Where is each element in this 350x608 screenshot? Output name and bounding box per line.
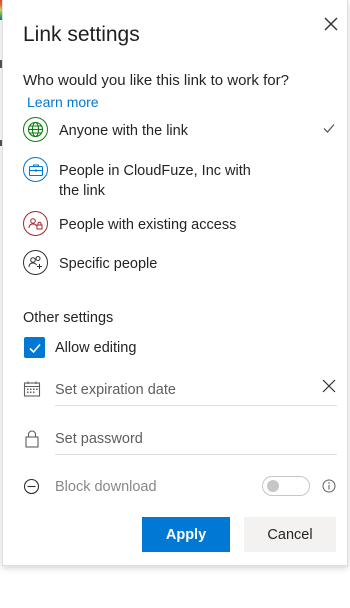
- option-label: People with existing access: [59, 217, 237, 233]
- option-label: Specific people: [59, 256, 158, 272]
- password-field[interactable]: [55, 423, 337, 455]
- info-icon[interactable]: [322, 479, 336, 493]
- option-people-in-org[interactable]: People in CloudFuze, Inc with the link: [23, 157, 343, 201]
- link-settings-dialog: Link settings Who would you like this li…: [2, 0, 348, 566]
- option-label: Anyone with the link: [59, 123, 188, 139]
- close-icon: [324, 17, 338, 31]
- apply-button[interactable]: Apply: [142, 517, 230, 552]
- close-button[interactable]: [321, 14, 341, 34]
- block-download-row: Block download: [23, 476, 337, 500]
- expiration-date-field[interactable]: [55, 374, 337, 406]
- audience-question: Who would you like this link to work for…: [23, 72, 289, 89]
- password-row: [23, 423, 337, 463]
- cancel-button[interactable]: Cancel: [244, 517, 336, 552]
- dialog-title: Link settings: [23, 23, 140, 46]
- allow-editing-label: Allow editing: [55, 340, 137, 356]
- checkmark-icon: [323, 124, 335, 133]
- clear-date-icon[interactable]: [321, 378, 337, 394]
- block-icon: [23, 478, 40, 495]
- option-anyone-with-link[interactable]: Anyone with the link: [23, 117, 343, 143]
- people-add-icon: [23, 250, 48, 275]
- people-lock-icon: [23, 211, 48, 236]
- option-specific-people[interactable]: Specific people: [23, 250, 343, 276]
- option-label: People in CloudFuze, Inc with the link: [59, 163, 251, 199]
- checkmark-icon: [28, 343, 41, 353]
- other-settings-heading: Other settings: [23, 310, 114, 326]
- toggle-knob: [267, 480, 279, 492]
- block-download-toggle[interactable]: [262, 476, 310, 496]
- lock-icon: [25, 430, 39, 448]
- calendar-icon[interactable]: [23, 380, 41, 398]
- learn-more-link[interactable]: Learn more: [27, 94, 99, 110]
- block-download-label: Block download: [55, 479, 157, 495]
- option-existing-access[interactable]: People with existing access: [23, 211, 343, 237]
- expiration-date-row: [23, 374, 337, 414]
- briefcase-icon: [23, 157, 48, 182]
- allow-editing-checkbox[interactable]: [24, 337, 45, 358]
- globe-icon: [23, 117, 48, 142]
